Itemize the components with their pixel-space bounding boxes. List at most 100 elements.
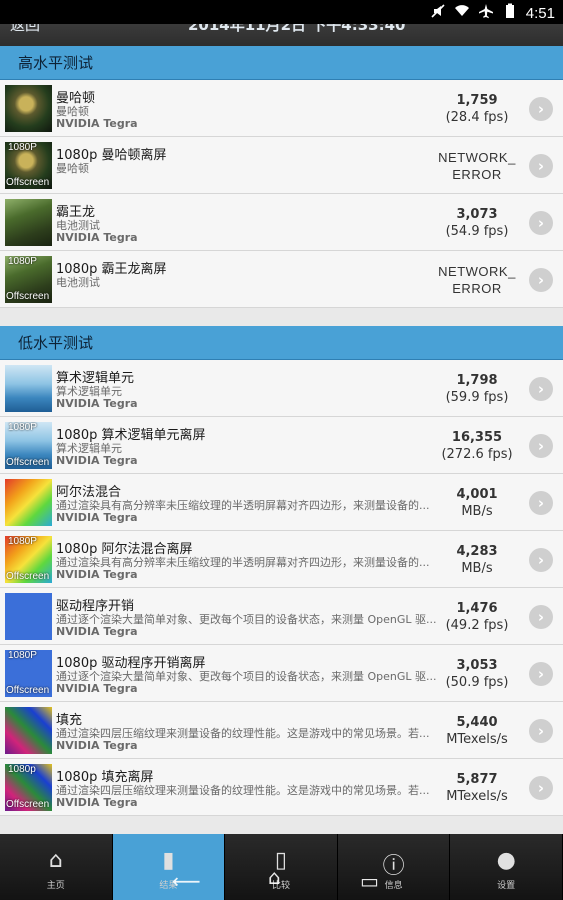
status-bar: 4:51 — [0, 0, 563, 24]
results-list[interactable]: 高水平测试 曼哈顿 曼哈顿 NVIDIA Tegra 1,759 (28.4 fps) › 1… — [0, 46, 563, 834]
score-value: 5,440 — [456, 715, 498, 730]
test-result-row[interactable]: 1080p Offscreen 1080p 填充离屏 通过渲染四层压缩纹理来测量设备的… — [0, 759, 563, 816]
resolution-tag: 1080P — [8, 422, 37, 433]
test-result-row[interactable]: 1080P Offscreen 1080p 曼哈顿离屏 曼哈顿 NETWORK_ ERRO… — [0, 137, 563, 194]
mute-icon — [430, 3, 446, 23]
resolution-tag: 1080P — [8, 536, 37, 547]
chevron-right-icon[interactable]: › — [529, 548, 553, 572]
offscreen-tag: Offscreen — [6, 177, 50, 188]
test-result-row[interactable]: 霸王龙 电池测试 NVIDIA Tegra 3,073 (54.9 fps) › — [0, 194, 563, 251]
tab-home[interactable]: ⌂ 主页 — [0, 834, 113, 900]
test-score: 3,053 (50.9 fps) — [437, 657, 517, 691]
resolution-tag: 1080p — [8, 764, 36, 775]
gpu-vendor: NVIDIA Tegra — [56, 682, 138, 695]
chevron-right-icon[interactable]: › — [529, 97, 553, 121]
user-settings-icon: ● — [496, 848, 516, 873]
section-spacer — [0, 308, 563, 326]
chevron-right-icon[interactable]: › — [529, 776, 553, 800]
score-unit: MB/s — [461, 561, 493, 576]
score-unit: ERROR — [452, 281, 502, 296]
clock: 4:51 — [525, 4, 555, 22]
chevron-right-icon[interactable]: › — [529, 434, 553, 458]
chevron-right-icon[interactable]: › — [529, 491, 553, 515]
score-value: 4,283 — [456, 544, 498, 559]
chevron-right-icon[interactable]: › — [529, 211, 553, 235]
tab-bar-chart[interactable]: ▮ 结果 — [112, 834, 226, 900]
test-score: 1,798 (59.9 fps) — [437, 372, 517, 406]
test-result-row[interactable]: 1080P Offscreen 1080p 算术逻辑单元离屏 算术逻辑单元 NVIDIA… — [0, 417, 563, 474]
wifi-icon — [454, 3, 470, 23]
test-score: NETWORK_ ERROR — [437, 149, 517, 183]
test-score: 5,877 MTexels/s — [437, 771, 517, 805]
chevron-right-icon[interactable]: › — [529, 662, 553, 686]
bar-chart-icon: ▮ — [162, 848, 175, 873]
gpu-vendor: NVIDIA Tegra — [56, 739, 138, 752]
manhattan-thumbnail: 1080P Offscreen — [5, 142, 52, 189]
gpu-vendor: NVIDIA Tegra — [56, 231, 138, 244]
score-value: 3,073 — [456, 207, 498, 222]
offscreen-tag: Offscreen — [6, 457, 50, 468]
gpu-vendor: NVIDIA Tegra — [56, 568, 138, 581]
battery-icon — [502, 3, 518, 23]
chevron-right-icon[interactable]: › — [529, 268, 553, 292]
alu-thumbnail: 1080P Offscreen — [5, 422, 52, 469]
tab-info[interactable]: ⓘ 信息 — [337, 834, 451, 900]
trex-thumbnail — [5, 199, 52, 246]
tab-user-settings[interactable]: ● 设置 — [450, 834, 563, 900]
score-unit: MB/s — [461, 504, 493, 519]
test-result-row[interactable]: 填充 通过渲染四层压缩纹理来测量设备的纹理性能。这是游戏中的常见场景。若... NV… — [0, 702, 563, 759]
test-score: NETWORK_ ERROR — [437, 263, 517, 297]
gpu-vendor: NVIDIA Tegra — [56, 454, 138, 467]
driver-thumbnail: 1080P Offscreen — [5, 650, 52, 697]
manhattan-thumbnail — [5, 85, 52, 132]
phone-icon: ▯ — [274, 848, 288, 873]
test-score: 4,283 MB/s — [437, 543, 517, 577]
score-unit: (28.4 fps) — [445, 110, 509, 125]
alpha-thumbnail — [5, 479, 52, 526]
gpu-vendor: NVIDIA Tegra — [56, 117, 138, 130]
score-unit: (50.9 fps) — [445, 675, 509, 690]
test-score: 1,759 (28.4 fps) — [437, 92, 517, 126]
airplane-icon — [478, 3, 494, 23]
score-unit: MTexels/s — [446, 732, 508, 747]
score-value: NETWORK_ — [438, 264, 516, 279]
test-result-row[interactable]: 1080P Offscreen 1080p 驱动程序开销离屏 通过逐个渲染大量简单对象… — [0, 645, 563, 702]
test-result-row[interactable]: 1080P Offscreen 1080p 霸王龙离屏 电池测试 NETWORK_ ERR… — [0, 251, 563, 308]
score-value: NETWORK_ — [438, 150, 516, 165]
home-icon: ⌂ — [48, 848, 63, 873]
test-result-row[interactable]: 曼哈顿 曼哈顿 NVIDIA Tegra 1,759 (28.4 fps) › — [0, 80, 563, 137]
score-value: 16,355 — [451, 430, 503, 445]
resolution-tag: 1080P — [8, 650, 37, 661]
section-header: 低水平测试 — [0, 326, 563, 360]
gpu-vendor: NVIDIA Tegra — [56, 397, 138, 410]
score-value: 5,877 — [456, 772, 498, 787]
score-value: 1,759 — [456, 93, 498, 108]
fill-thumbnail — [5, 707, 52, 754]
trex-thumbnail: 1080P Offscreen — [5, 256, 52, 303]
score-unit: MTexels/s — [446, 789, 508, 804]
info-icon: ⓘ — [382, 854, 405, 879]
section-header: 高水平测试 — [0, 46, 563, 80]
offscreen-tag: Offscreen — [6, 799, 50, 810]
test-result-row[interactable]: 驱动程序开销 通过逐个渲染大量简单对象、更改每个项目的设备状态，来测量 OpenG… — [0, 588, 563, 645]
offscreen-tag: Offscreen — [6, 571, 50, 582]
chevron-right-icon[interactable]: › — [529, 719, 553, 743]
score-value: 1,798 — [456, 373, 498, 388]
test-score: 5,440 MTexels/s — [437, 714, 517, 748]
test-result-row[interactable]: 阿尔法混合 通过渲染具有高分辨率未压缩纹理的半透明屏幕对齐四边形，来测量设备的..… — [0, 474, 563, 531]
fill-thumbnail: 1080p Offscreen — [5, 764, 52, 811]
test-result-row[interactable]: 1080P Offscreen 1080p 阿尔法混合离屏 通过渲染具有高分辨率未压缩… — [0, 531, 563, 588]
bottom-navigation: ⌂ 主页 ▮ 结果 ▯ 比较 ⓘ 信息 ● 设置 — [0, 834, 563, 900]
chevron-right-icon[interactable]: › — [529, 154, 553, 178]
alu-thumbnail — [5, 365, 52, 412]
chevron-right-icon[interactable]: › — [529, 377, 553, 401]
chevron-right-icon[interactable]: › — [529, 605, 553, 629]
score-value: 4,001 — [456, 487, 498, 502]
alpha-thumbnail: 1080P Offscreen — [5, 536, 52, 583]
tab-label: 比较 — [271, 881, 290, 891]
offscreen-tag: Offscreen — [6, 291, 50, 302]
tab-phone[interactable]: ▯ 比较 — [225, 834, 338, 900]
tab-label: 信息 — [384, 881, 403, 891]
test-result-row[interactable]: 算术逻辑单元 算术逻辑单元 NVIDIA Tegra 1,798 (59.9 fps) › — [0, 360, 563, 417]
test-score: 16,355 (272.6 fps) — [437, 429, 517, 463]
